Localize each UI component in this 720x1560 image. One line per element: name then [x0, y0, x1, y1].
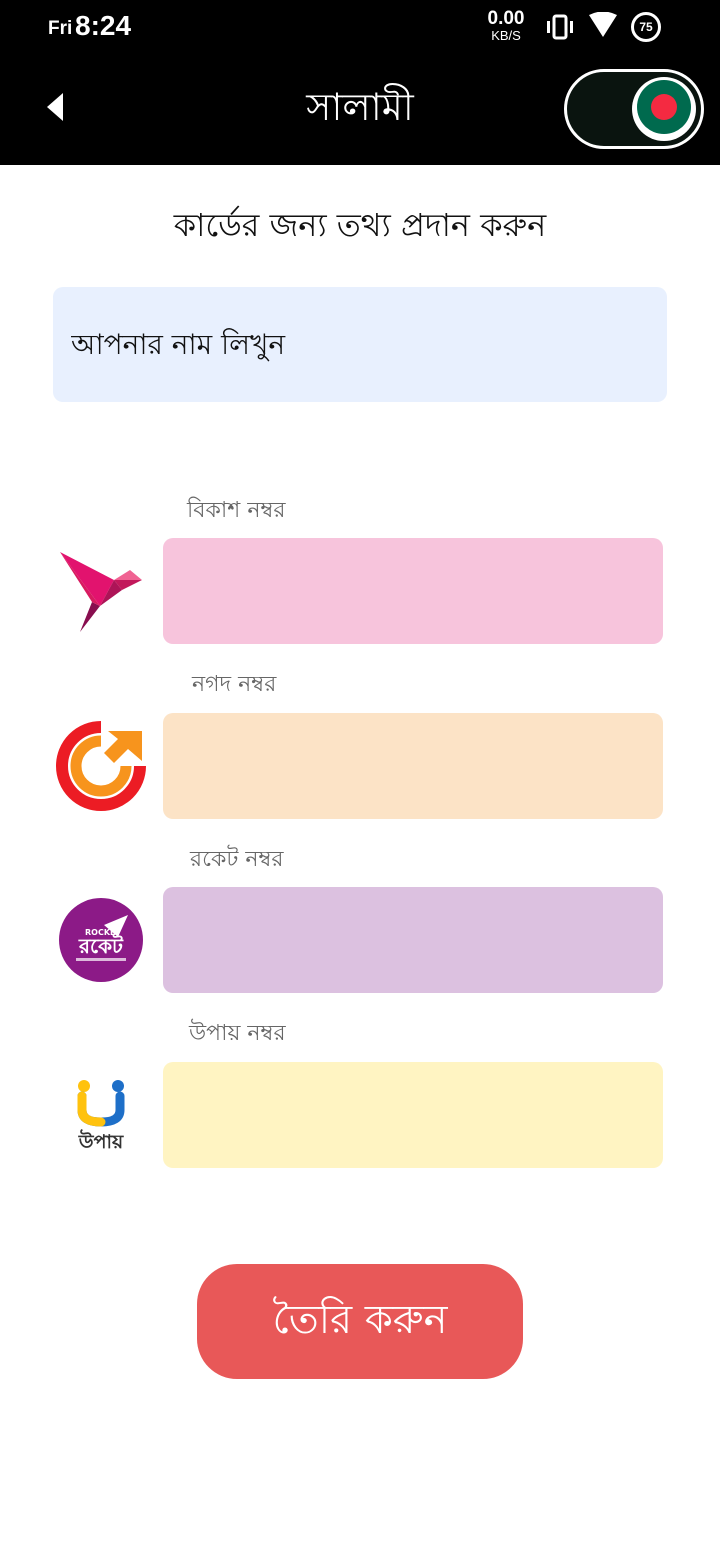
rocket-logo-icon: ROCKET রকেট — [56, 895, 146, 985]
nagad-number-input[interactable] — [163, 713, 663, 819]
back-button[interactable] — [30, 84, 80, 134]
rocket-logo-text: রকেট — [78, 933, 124, 958]
toggle-knob — [632, 77, 696, 141]
page-title: সালামী — [306, 85, 414, 129]
bkash-logo-icon — [56, 546, 146, 636]
form-heading: কার্ডের জন্য তথ্য প্রদান করুন — [173, 206, 547, 244]
net-speed-unit: KB/S — [491, 28, 521, 43]
flag-toggle-switch[interactable] — [564, 69, 704, 149]
bangladesh-flag-icon — [636, 79, 692, 139]
name-input[interactable] — [53, 287, 667, 402]
rocket-label: রকেট নম্বর — [190, 847, 284, 872]
upay-logo-icon: উপায় — [56, 1070, 146, 1160]
net-speed-value: 0.00 — [487, 8, 525, 29]
vibrate-icon — [544, 14, 576, 44]
bkash-label: বিকাশ নম্বর — [187, 498, 286, 523]
battery-icon: 75 — [631, 12, 661, 42]
app-bar: সালামী — [0, 56, 720, 165]
nagad-label: নগদ নম্বর — [192, 672, 277, 697]
bkash-number-input[interactable] — [163, 538, 663, 644]
net-speed: 0.00 KB/S — [482, 8, 530, 43]
rocket-number-input[interactable] — [163, 887, 663, 993]
wifi-icon — [588, 11, 618, 42]
nagad-logo-icon — [56, 721, 146, 811]
back-arrow-icon — [43, 91, 67, 127]
status-bar: Fri 8:24 0.00 KB/S 75 — [0, 0, 720, 56]
status-time: 8:24 — [75, 10, 132, 41]
upay-number-input[interactable] — [163, 1062, 663, 1168]
upay-logo-text: উপায় — [78, 1129, 124, 1153]
upay-label: উপায় নম্বর — [189, 1021, 286, 1046]
status-day: Fri — [48, 18, 73, 39]
create-card-button[interactable]: তৈরি করুন — [197, 1264, 523, 1379]
